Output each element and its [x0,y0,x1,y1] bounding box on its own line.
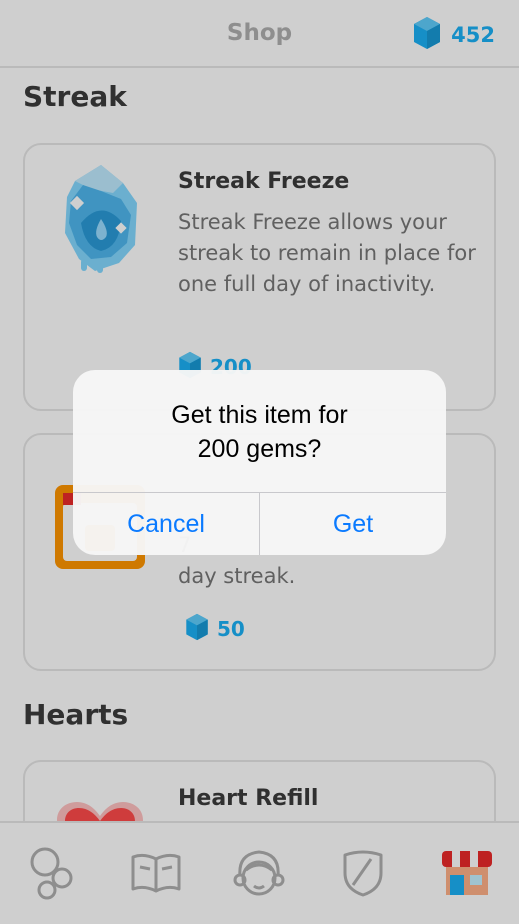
purchase-confirm-dialog: Get this item for 200 gems? Cancel Get [73,370,446,555]
get-button[interactable]: Get [260,493,446,555]
dialog-message: Get this item for 200 gems? [93,398,426,466]
cancel-button[interactable]: Cancel [73,493,259,555]
dialog-message-line2: 200 gems? [197,435,322,463]
shop-screen: Shop 452 Streak Streak Freeze Streak Fre… [0,0,519,924]
dialog-message-line1: Get this item for [171,401,348,429]
